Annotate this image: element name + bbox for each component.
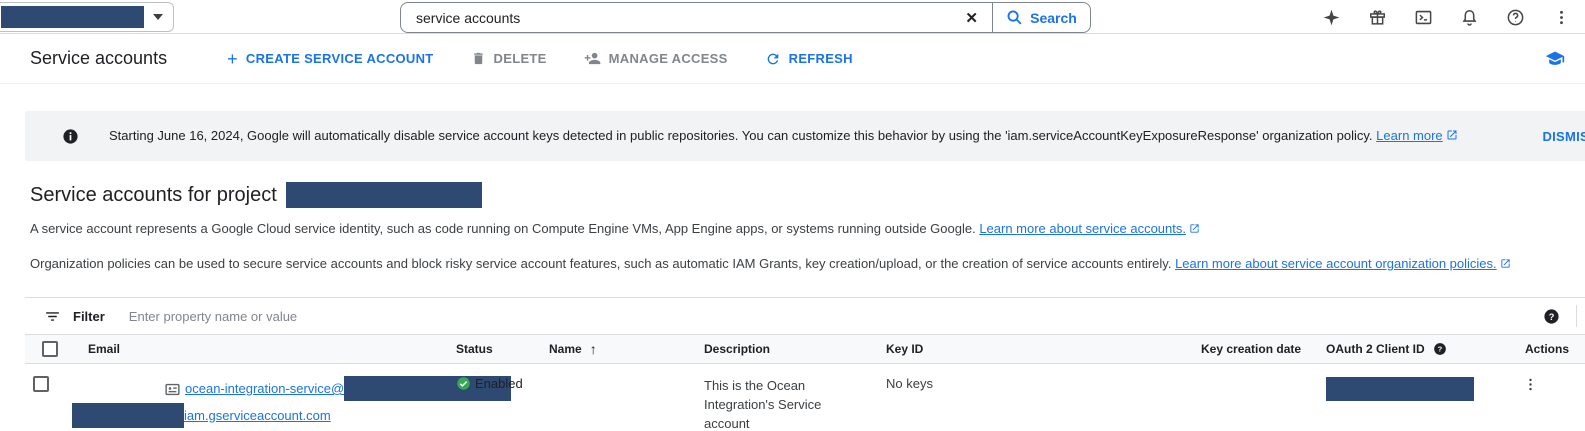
page-toolbar: Service accounts + CREATE SERVICE ACCOUN… [0,34,1585,84]
filter-help-icon[interactable]: ? [1543,308,1560,325]
service-accounts-table: Filter ? Email Status Name ↑ Description… [25,297,1585,431]
clear-search-icon[interactable]: ✕ [951,9,992,27]
column-header-oauth2-client-id[interactable]: OAuth 2 Client ID ? [1318,342,1503,356]
delete-button[interactable]: DELETE [471,51,547,66]
person-add-icon [584,50,601,67]
info-banner: Starting June 16, 2024, Google will auto… [25,111,1585,161]
oauth2-help-icon[interactable]: ? [1433,342,1447,356]
svg-text:?: ? [1437,345,1442,354]
graduation-cap-icon [1545,49,1565,69]
column-header-key-id[interactable]: Key ID [878,342,1193,356]
top-bar: ✕ Search [0,0,1585,34]
email-cell: ocean-integration-service@ iam.gservicea… [80,376,448,430]
info-icon [62,128,79,145]
filter-divider [1576,305,1577,327]
column-header-name[interactable]: Name ↑ [541,341,696,357]
actions-cell [1503,376,1585,393]
column-header-description[interactable]: Description [696,342,878,356]
sort-ascending-icon[interactable]: ↑ [590,341,597,357]
filter-icon [44,308,61,325]
search-button-label: Search [1030,10,1077,26]
status-cell: Enabled [448,376,541,391]
search-icon [1006,9,1023,26]
chevron-down-icon [153,14,163,20]
column-header-actions: Actions [1503,342,1585,356]
section-heading-text: Service accounts for project [30,184,277,207]
key-id-cell: No keys [878,376,1193,391]
oauth2-client-id-cell [1318,376,1503,404]
filter-input[interactable] [129,309,1543,324]
intro-paragraph-2: Organization policies can be used to sec… [30,256,1585,272]
service-account-email-link-2[interactable]: iam.gserviceaccount.com [72,408,331,423]
learn-more-service-accounts-link[interactable]: Learn more about service accounts. [979,221,1186,236]
delete-label: DELETE [494,51,547,66]
banner-learn-more-link[interactable]: Learn more [1376,128,1442,143]
select-all-checkbox[interactable] [42,341,58,357]
filter-label: Filter [73,309,105,324]
column-header-status[interactable]: Status [448,342,541,356]
filter-bar: Filter ? [25,298,1585,335]
row-actions-menu-icon[interactable] [1522,376,1539,393]
create-service-account-button[interactable]: + CREATE SERVICE ACCOUNT [227,50,433,68]
search-input[interactable] [401,10,951,26]
gemini-sparkle-icon[interactable] [1322,8,1341,27]
email-redacted-part-2 [72,403,184,428]
project-selector[interactable] [0,2,174,32]
global-search: ✕ Search [400,2,1091,33]
column-header-oauth2-label: OAuth 2 Client ID [1326,342,1425,356]
intro-1-text: A service account represents a Google Cl… [30,221,976,236]
plus-icon: + [227,50,238,68]
toolbar-buttons: + CREATE SERVICE ACCOUNT DELETE MANAGE A… [227,50,853,68]
help-icon[interactable] [1506,8,1525,27]
topbar-icons [1322,0,1571,34]
banner-message: Starting June 16, 2024, Google will auto… [109,128,1458,144]
email-local-part: ocean-integration-service@ [185,381,344,396]
column-header-email[interactable]: Email [80,342,448,356]
table-header-row: Email Status Name ↑ Description Key ID K… [25,335,1585,364]
manage-access-button[interactable]: MANAGE ACCESS [584,50,728,67]
intro-2-text: Organization policies can be used to sec… [30,256,1171,271]
project-name-redacted [1,6,144,28]
section-heading: Service accounts for project [30,182,1585,208]
banner-message-text: Starting June 16, 2024, Google will auto… [109,128,1373,143]
column-header-name-label: Name [549,342,582,356]
description-cell: This is the Ocean Integration's Service … [696,376,834,431]
page-title: Service accounts [30,48,167,69]
learning-resources-button[interactable] [1545,49,1565,69]
oauth2-client-id-redacted [1326,377,1474,401]
external-link-icon [1500,257,1511,272]
service-account-icon [164,381,181,398]
refresh-icon [765,51,781,67]
email-domain-part: iam.gserviceaccount.com [184,408,331,423]
learn-more-org-policies-link[interactable]: Learn more about service account organiz… [1175,256,1497,271]
gifts-icon[interactable] [1368,8,1387,27]
external-link-icon [1446,129,1458,144]
row-checkbox[interactable] [33,376,49,392]
table-row: ocean-integration-service@ iam.gservicea… [25,364,1585,431]
search-button[interactable]: Search [992,2,1091,33]
manage-access-label: MANAGE ACCESS [609,51,728,66]
refresh-label: REFRESH [789,51,853,66]
notifications-bell-icon[interactable] [1460,8,1479,27]
status-enabled-icon [456,376,471,391]
create-service-account-label: CREATE SERVICE ACCOUNT [246,51,434,66]
project-id-redacted [286,182,482,208]
refresh-button[interactable]: REFRESH [765,51,853,67]
search-box[interactable]: ✕ [400,2,992,33]
dismiss-button[interactable]: DISMISS [1542,129,1585,144]
cloud-shell-icon[interactable] [1414,8,1433,27]
trash-icon [471,51,486,66]
more-options-icon[interactable] [1552,8,1571,27]
intro-paragraph-1: A service account represents a Google Cl… [30,221,1585,237]
status-badge: Enabled [475,376,523,391]
column-header-key-creation-date[interactable]: Key creation date [1193,342,1318,356]
external-link-icon [1189,222,1200,237]
svg-text:?: ? [1549,311,1555,321]
